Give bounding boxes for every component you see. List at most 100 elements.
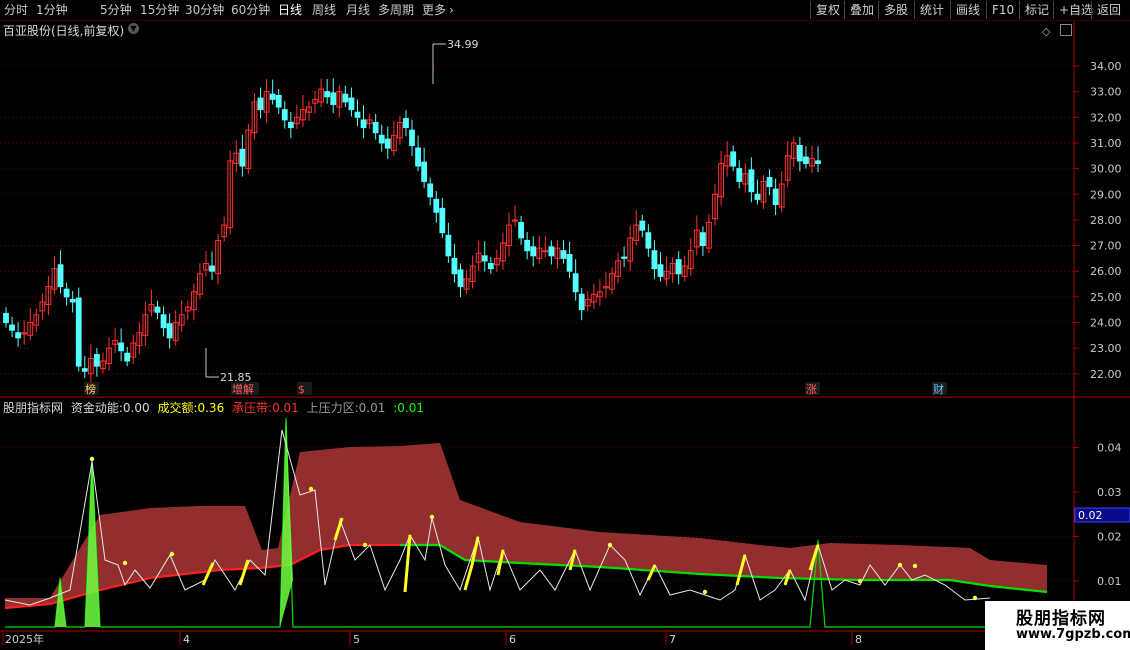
candle-body: [518, 221, 525, 239]
event-marker: $: [298, 383, 305, 396]
candle-body: [69, 298, 76, 303]
indicator-axis-label: 0.04: [1097, 442, 1122, 455]
watermark-title: 股朋指标网: [1016, 609, 1106, 629]
candle-body: [566, 254, 573, 272]
candle-body: [815, 160, 821, 164]
time-axis-label: 6: [509, 633, 516, 646]
legend-pressure-band: 承压带:0.01: [232, 401, 299, 415]
time-axis-label: 4: [183, 633, 190, 646]
price-axis-label: 23.00: [1090, 342, 1122, 355]
candle-body: [354, 111, 361, 118]
price-axis-label: 26.00: [1090, 265, 1122, 278]
price-axis-label: 29.00: [1090, 188, 1122, 201]
candle-body: [445, 234, 452, 257]
turnover-dot: [897, 562, 903, 568]
candle-body: [57, 264, 64, 288]
price-axis-label: 25.00: [1090, 291, 1122, 304]
turnover-dot: [362, 542, 368, 548]
pressure-band-area: [5, 443, 1047, 608]
candle-body: [9, 324, 15, 331]
current-value-label: 0.02: [1078, 509, 1103, 522]
indicator-name[interactable]: 股朋指标网: [3, 401, 63, 415]
turnover-highlight: [463, 564, 474, 591]
candle-body: [766, 177, 773, 188]
legend-capital-momentum: 资金动能:0.00: [70, 401, 150, 415]
candle-body: [524, 239, 531, 252]
candle-body: [342, 93, 349, 103]
candle-body: [124, 352, 131, 362]
candle-body: [118, 342, 125, 352]
turnover-dot: [702, 589, 708, 595]
candle-body: [94, 354, 100, 367]
candle-body: [75, 297, 82, 367]
time-axis-label: 7: [669, 633, 676, 646]
candle-body: [621, 256, 628, 259]
event-marker: 财: [933, 382, 944, 396]
legend-turnover: 成交额:0.36: [157, 401, 225, 415]
kline-chart-canvas[interactable]: 34.00 33.00 32.00 31.00 30.00 29.00 28.00 27.00…: [0, 0, 1130, 650]
candle-body: [578, 293, 585, 311]
candle-body: [415, 147, 421, 167]
price-axis-label: 31.00: [1090, 137, 1122, 150]
candle-body: [403, 118, 409, 129]
candle-body: [572, 273, 579, 293]
turnover-dot: [972, 595, 978, 601]
time-axis-label: 2025年: [5, 632, 44, 646]
candle-body: [487, 263, 494, 270]
legend-green-line: :0.01: [393, 401, 424, 415]
turnover-dot: [912, 563, 918, 569]
chart-title: 百亚股份(日线,前复权): [3, 24, 125, 38]
price-axis-label: 32.00: [1090, 111, 1122, 124]
turnover-dot: [169, 551, 175, 557]
chevron-down-icon[interactable]: ▼: [128, 23, 139, 34]
candle-body: [427, 183, 434, 198]
candle-body: [772, 188, 779, 206]
candle-body: [360, 119, 367, 129]
panel-toggle-icon[interactable]: [1060, 24, 1072, 36]
price-axis-label: 24.00: [1090, 317, 1122, 330]
candle-body: [439, 207, 446, 234]
candle-body: [796, 145, 803, 162]
event-marker: 涨: [806, 383, 817, 396]
candle-body: [257, 97, 264, 111]
candle-body: [451, 257, 458, 275]
candle-body: [378, 134, 385, 144]
candle-body: [542, 250, 549, 253]
candle-body: [330, 92, 337, 105]
candle-body: [530, 246, 537, 257]
turnover-dot: [607, 542, 613, 548]
candle-body: [481, 255, 488, 262]
candle-body: [15, 332, 22, 339]
candle-body: [651, 250, 658, 270]
time-axis-label: 8: [855, 633, 862, 646]
candle-body: [160, 314, 167, 329]
candle-body: [433, 198, 440, 213]
candle-body: [154, 306, 161, 313]
event-marker: 榜: [85, 382, 96, 396]
candle-body: [269, 93, 276, 100]
turnover-dot: [89, 456, 95, 462]
candle-body: [3, 313, 9, 323]
candle-body: [560, 250, 567, 259]
turnover-dot: [857, 578, 863, 584]
candle-body: [645, 232, 652, 249]
candle-body: [748, 169, 755, 193]
price-axis-label: 28.00: [1090, 214, 1122, 227]
candle-body: [639, 220, 646, 231]
candle-body: [803, 156, 809, 164]
candle-body: [275, 94, 282, 108]
price-axis-label: 22.00: [1090, 368, 1122, 381]
high-price-label: 34.99: [447, 38, 479, 51]
candle-body: [348, 97, 355, 111]
candle-body: [63, 288, 70, 298]
indicator-axis-label: 0.03: [1097, 486, 1122, 499]
candle-body: [209, 265, 215, 272]
turnover-dot: [308, 486, 314, 492]
candle-body: [754, 193, 761, 200]
candle-body: [700, 232, 706, 247]
time-axis-label: 5: [353, 633, 360, 646]
candle-body: [239, 148, 246, 167]
candle-body: [736, 168, 743, 182]
legend-upper-pressure: 上压力区:0.01: [306, 401, 386, 415]
candle-body: [384, 138, 391, 149]
